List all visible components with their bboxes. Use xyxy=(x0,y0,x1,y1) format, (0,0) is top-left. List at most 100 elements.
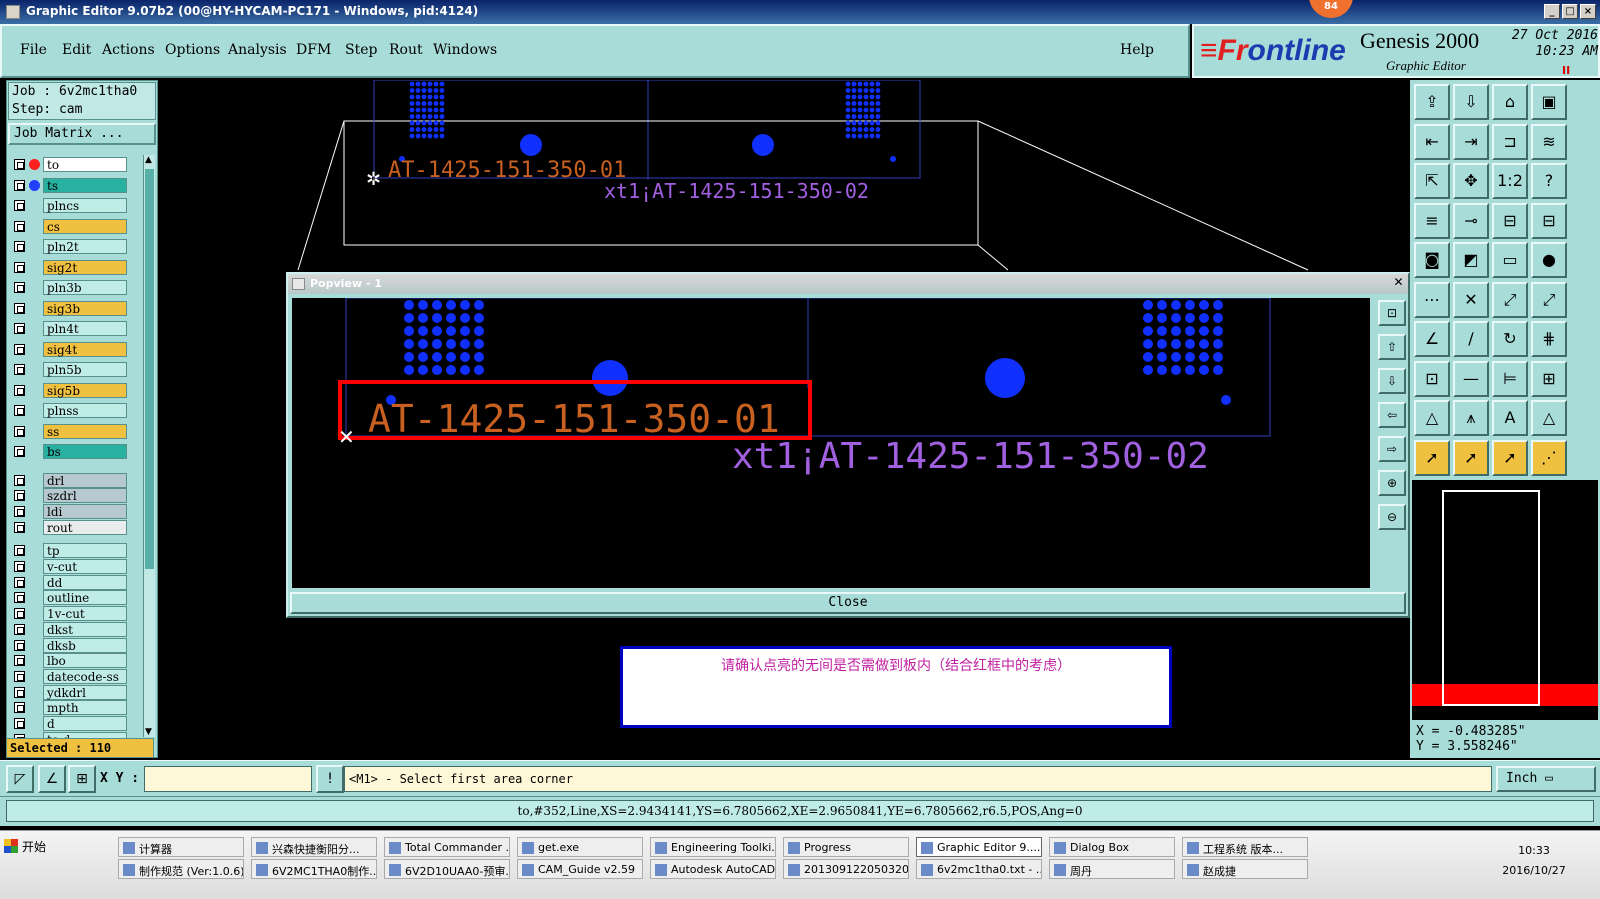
layer-checkbox[interactable] xyxy=(14,241,25,252)
layer-row[interactable]: bs xyxy=(9,444,129,459)
toolbar-icon-9-2[interactable]: ➚ xyxy=(1492,439,1528,476)
warning-icon[interactable]: ! xyxy=(316,765,344,793)
taskbar-item[interactable]: 6v2mc1tha0.txt - ... xyxy=(916,859,1042,879)
layer-row[interactable]: datecode-ss xyxy=(9,668,129,684)
layer-checkbox[interactable] xyxy=(14,639,25,651)
layer-name[interactable]: sig2t xyxy=(43,259,127,275)
toolbar-icon-2-3[interactable]: ? xyxy=(1531,163,1567,199)
menu-file[interactable]: File xyxy=(20,42,47,58)
grid-icon[interactable]: ⊞ xyxy=(68,765,96,793)
scroll-down-icon[interactable]: ▼ xyxy=(145,727,152,737)
layer-name[interactable]: plnss xyxy=(43,403,127,418)
layer-row[interactable]: dkst xyxy=(9,621,129,637)
layer-row[interactable]: outline xyxy=(9,590,129,606)
layer-row[interactable]: pln2t xyxy=(9,239,129,254)
layer-checkbox[interactable] xyxy=(14,576,25,588)
layer-name[interactable]: drl xyxy=(43,472,127,488)
toolbar-icon-0-1[interactable]: ⇩ xyxy=(1453,84,1489,120)
popview-close-button[interactable]: Close xyxy=(290,592,1406,614)
toolbar-icon-9-1[interactable]: ➚ xyxy=(1453,439,1489,476)
layer-name[interactable]: lbo xyxy=(43,653,127,669)
taskbar-item[interactable]: Progress xyxy=(783,837,909,857)
layer-checkbox[interactable] xyxy=(14,702,25,714)
taskbar-item[interactable]: 工程系统 版本... xyxy=(1182,837,1308,857)
layer-name[interactable]: dkst xyxy=(43,621,127,637)
layer-checkbox[interactable] xyxy=(14,592,25,604)
taskbar-item[interactable]: 制作规范 (Ver:1.0.6) xyxy=(118,859,244,879)
pop-pan-right-icon[interactable]: ⇨ xyxy=(1378,436,1406,462)
toolbar-icon-0-0[interactable]: ⇪ xyxy=(1414,84,1450,120)
layer-checkbox[interactable] xyxy=(14,323,25,334)
layer-row[interactable]: ydkdrl xyxy=(9,684,129,700)
layer-checkbox[interactable] xyxy=(14,686,25,698)
layer-row[interactable]: tp xyxy=(9,543,129,559)
layer-checkbox[interactable] xyxy=(14,179,25,191)
layer-checkbox[interactable] xyxy=(14,623,25,635)
toolbar-icon-4-0[interactable]: ◙ xyxy=(1414,242,1450,278)
start-button[interactable]: 开始 xyxy=(2,835,52,857)
taskbar-item[interactable]: Engineering Toolki... xyxy=(650,837,776,857)
layer-name[interactable]: d xyxy=(43,716,127,731)
layer-checkbox[interactable] xyxy=(14,425,25,437)
pop-pan-up-icon[interactable]: ⇧ xyxy=(1378,334,1406,360)
toolbar-icon-1-3[interactable]: ≋ xyxy=(1531,123,1567,160)
layer-name[interactable]: sig3b xyxy=(43,300,127,316)
menu-analysis[interactable]: Analysis xyxy=(228,42,287,58)
taskbar-item[interactable]: 201309122050320... xyxy=(783,859,909,879)
taskbar-item[interactable]: Autodesk AutoCAD... xyxy=(650,859,776,879)
layer-row[interactable]: drl xyxy=(9,472,129,488)
scroll-up-icon[interactable]: ▲ xyxy=(145,155,152,165)
layer-row[interactable]: pln5b xyxy=(9,362,129,377)
layer-name[interactable]: pln3b xyxy=(43,280,127,295)
overview-map[interactable] xyxy=(1410,478,1600,722)
layer-checkbox[interactable] xyxy=(14,608,25,620)
toolbar-icon-5-2[interactable]: ⤢ xyxy=(1492,281,1528,318)
toolbar-icon-9-0[interactable]: ➚ xyxy=(1414,439,1450,476)
taskbar-item[interactable]: Total Commander ... xyxy=(384,837,510,857)
toolbar-icon-2-2[interactable]: 1:2 xyxy=(1492,163,1528,199)
taskbar-item[interactable]: 6V2MC1THA0制作... xyxy=(251,859,377,879)
toolbar-icon-1-2[interactable]: ⊐ xyxy=(1492,123,1528,160)
minimize-button[interactable]: _ xyxy=(1544,4,1560,19)
toolbar-icon-5-3[interactable]: ⤢ xyxy=(1531,281,1567,318)
layer-checkbox[interactable] xyxy=(14,655,25,667)
layer-name[interactable]: pln4t xyxy=(43,321,127,336)
snap-icon[interactable]: ◸ xyxy=(6,765,34,793)
taskbar-item[interactable]: 赵成捷 xyxy=(1182,859,1308,879)
layer-name[interactable]: pln2t xyxy=(43,239,127,254)
toolbar-icon-7-1[interactable]: — xyxy=(1453,360,1489,397)
taskbar-item[interactable]: get.exe xyxy=(517,837,643,857)
menu-edit[interactable]: Edit xyxy=(62,42,91,58)
layer-checkbox[interactable] xyxy=(14,521,25,533)
layer-row[interactable]: sig5b xyxy=(9,382,129,398)
menu-dfm[interactable]: DFM xyxy=(296,42,331,58)
pop-text-01[interactable]: AT-1425-151-350-01 xyxy=(368,397,780,441)
layer-row[interactable]: ts xyxy=(9,177,129,193)
menu-windows[interactable]: Windows xyxy=(433,42,497,58)
toolbar-icon-6-2[interactable]: ↻ xyxy=(1492,321,1528,357)
layer-name[interactable]: datecode-ss xyxy=(43,668,127,684)
toolbar-icon-4-3[interactable]: ● xyxy=(1531,242,1567,278)
layer-checkbox[interactable] xyxy=(14,561,25,572)
toolbar-icon-8-2[interactable]: A xyxy=(1492,400,1528,436)
layer-row[interactable]: plnss xyxy=(9,403,129,418)
layer-name[interactable]: ss xyxy=(43,423,127,439)
layer-checkbox[interactable] xyxy=(14,474,25,486)
toolbar-icon-2-1[interactable]: ✥ xyxy=(1453,163,1489,199)
layer-row[interactable]: sig2t xyxy=(9,259,129,275)
popview-canvas[interactable]: AT-1425-151-350-01 xt1¡AT-1425-151-350-0… xyxy=(292,298,1370,588)
layer-name[interactable]: to xyxy=(43,157,127,172)
toolbar-icon-3-3[interactable]: ⊟ xyxy=(1531,202,1567,239)
menu-help[interactable]: Help xyxy=(1120,42,1154,58)
toolbar-icon-3-0[interactable]: ≡ xyxy=(1414,202,1450,239)
layer-checkbox[interactable] xyxy=(14,490,25,502)
layer-name[interactable]: plncs xyxy=(43,198,127,213)
taskbar-item[interactable]: 兴森快捷衡阳分... xyxy=(251,837,377,857)
layer-checkbox[interactable] xyxy=(14,200,25,211)
layer-row[interactable]: ss xyxy=(9,423,129,439)
layer-row[interactable]: lbo xyxy=(9,653,129,669)
layer-name[interactable]: rout xyxy=(43,519,127,535)
canvas-text-01[interactable]: AT-1425-151-350-01 xyxy=(388,158,626,183)
layer-checkbox[interactable] xyxy=(14,670,25,682)
menu-options[interactable]: Options xyxy=(165,42,220,58)
